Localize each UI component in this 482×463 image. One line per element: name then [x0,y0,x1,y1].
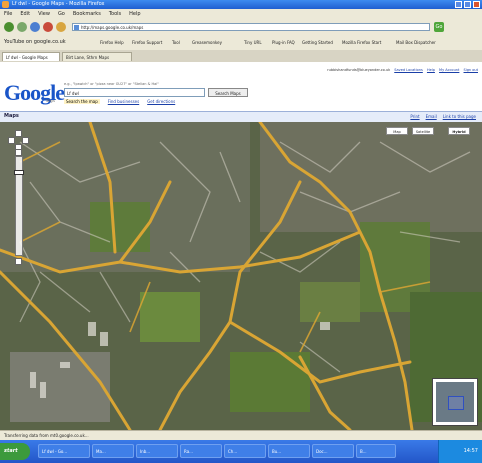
taskbar-item[interactable]: Lf dwl - Go... [38,444,90,458]
maps-header-bar: Maps Print Email Link to this page [0,111,482,122]
minimize-button[interactable] [455,1,462,8]
bookmark-item[interactable]: Mozilla Firefox Start [342,40,381,45]
start-button[interactable]: start [0,443,30,460]
taskbar-item[interactable]: Ra... [180,444,222,458]
pan-up-icon[interactable] [15,130,22,137]
toolbar-search-label[interactable]: YouTube on google.co.uk [4,39,66,45]
email-link[interactable]: Email [426,114,437,119]
address-bar[interactable]: http://maps.google.co.uk/maps [72,23,430,31]
back-icon[interactable] [4,22,14,32]
bookmark-item[interactable]: Greasemonkey [192,40,222,45]
forward-icon[interactable] [17,22,27,32]
system-tray: 14:57 [438,440,482,463]
tab-second[interactable]: Birt Lane, Sthrn Maps [62,52,132,61]
close-button[interactable] [473,1,480,8]
bookmark-item[interactable]: Tool [172,40,180,45]
zoom-out-icon[interactable] [15,258,22,265]
bookmark-item[interactable]: Tiny URL [244,40,262,45]
maximize-button[interactable] [464,1,471,8]
search-hint: e.g., "Ipswich" or "pizza near GU27" or … [64,82,159,86]
menu-file[interactable]: File [4,11,12,17]
menu-bookmarks[interactable]: Bookmarks [73,11,101,17]
user-links: rubbishandfunds@blueyonder.co.uk Saved L… [327,68,478,72]
section-title: Maps [4,113,19,119]
map-links: Print Email Link to this page [410,114,476,119]
overview-map-imagery [436,382,474,422]
user-email: rubbishandfunds@blueyonder.co.uk [327,68,391,72]
link-sign-out[interactable]: Sign out [464,68,478,72]
menu-go[interactable]: Go [58,11,65,17]
bookmark-item[interactable]: Plug-in FAQ [272,40,295,45]
home-icon[interactable] [56,22,66,32]
tab-find-businesses[interactable]: Find businesses [108,99,139,104]
search-input[interactable]: Lf dwl [64,88,205,97]
google-logo[interactable]: Google Maps [4,80,65,106]
map-imagery [0,122,482,430]
menu-edit[interactable]: Edit [20,11,30,17]
search-maps-button[interactable]: Search Maps [208,88,248,97]
title-bar: Lf dwl - Google Maps - Mozilla Firefox [0,0,482,9]
link-my-account[interactable]: My Account [439,68,459,72]
taskbar-item[interactable]: Bu... [268,444,310,458]
overview-map[interactable] [432,378,478,426]
logo-text: Google [4,80,65,105]
page-icon [74,25,79,30]
menu-tools[interactable]: Tools [109,11,121,17]
stop-icon[interactable] [43,22,53,32]
taskbar-item[interactable]: Inb... [136,444,178,458]
firefox-icon [2,1,9,8]
bookmark-item[interactable]: Firefox Help [100,40,124,45]
tab-google-maps[interactable]: Lf dwl - Google Maps [2,52,60,61]
map-type-hybrid[interactable]: Hybrid [448,127,470,135]
taskbar-item[interactable]: B... [356,444,396,458]
link-saved-locations[interactable]: Saved Locations [394,68,423,72]
navigation-bar: http://maps.google.co.uk/maps Go [0,18,482,37]
taskbar: start Lf dwl - Go... Ma... Inb... Ra... … [0,440,482,463]
link-to-page-link[interactable]: Link to this page [443,114,476,119]
tab-search-the-map[interactable]: Search the map [64,99,100,104]
search-tabs: Search the map Find businesses Get direc… [64,99,175,104]
map-type-satellite[interactable]: Satellite [412,127,434,135]
go-button[interactable]: Go [434,22,444,32]
zoom-in-icon[interactable] [15,149,22,156]
window-title: Lf dwl - Google Maps - Mozilla Firefox [12,1,105,7]
taskbar-item[interactable]: Ma... [92,444,134,458]
logo-subtitle: Maps [46,98,55,103]
bookmark-item[interactable]: Firefox Support [132,40,162,45]
print-link[interactable]: Print [410,114,419,119]
bookmark-item[interactable]: Mail Box Dispatcher [396,40,436,45]
menu-view[interactable]: View [38,11,50,17]
taskbar-item[interactable]: Doc... [312,444,354,458]
taskbar-item[interactable]: Ch... [224,444,266,458]
satellite-map[interactable]: Map Satellite Hybrid [0,122,482,430]
web-page: rubbishandfunds@blueyonder.co.uk Saved L… [0,62,482,430]
bookmarks-toolbar: YouTube on google.co.uk Firefox Help Fir… [0,36,482,51]
map-zoom-control [8,130,30,280]
pan-left-icon[interactable] [8,137,15,144]
address-url: http://maps.google.co.uk/maps [81,25,144,30]
link-help[interactable]: Help [427,68,435,72]
tab-get-directions[interactable]: Get directions [147,99,175,104]
overview-viewport[interactable] [448,396,464,410]
map-type-map[interactable]: Map [386,127,408,135]
clock[interactable]: 14:57 [464,448,478,454]
status-text: Transferring data from mt0.google.co.uk.… [4,433,89,438]
menu-bar: File Edit View Go Bookmarks Tools Help [0,9,482,18]
menu-help[interactable]: Help [129,11,140,17]
zoom-slider-handle[interactable] [14,170,24,175]
reload-icon[interactable] [30,22,40,32]
bookmark-item[interactable]: Getting Started [302,40,333,45]
pan-right-icon[interactable] [22,137,29,144]
window-controls [455,1,480,8]
